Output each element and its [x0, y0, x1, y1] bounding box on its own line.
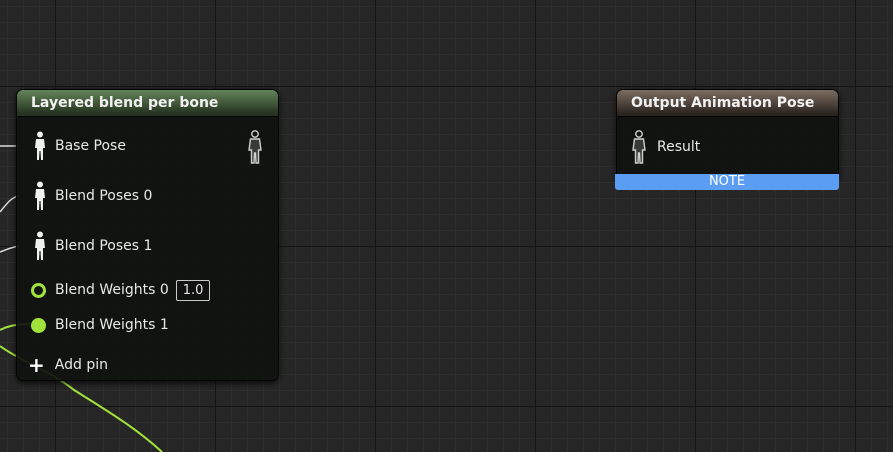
pose-output-icon[interactable] — [631, 130, 647, 164]
pose-icon[interactable] — [33, 131, 47, 161]
layered-blend-node-title: Layered blend per bone — [17, 90, 278, 117]
pin-label-blend-weights-1: Blend Weights 1 — [55, 317, 169, 333]
output-animation-pose-node[interactable]: Output Animation Pose Result — [616, 89, 839, 177]
float-pin-icon[interactable] — [31, 282, 46, 298]
output-node-title: Output Animation Pose — [617, 90, 838, 117]
note-bar[interactable]: NOTE — [615, 174, 839, 190]
float-pin-icon[interactable] — [31, 317, 46, 333]
pose-icon[interactable] — [33, 181, 47, 211]
pin-blend-weights-1[interactable]: Blend Weights 1 — [31, 313, 169, 337]
plus-icon: + — [28, 353, 45, 377]
blend-weight-0-input[interactable]: 1.0 — [175, 279, 211, 301]
pin-label-result: Result — [657, 139, 701, 155]
pin-base-pose[interactable]: Base Pose — [33, 131, 126, 161]
pose-output-icon[interactable] — [247, 130, 263, 164]
add-pin-button[interactable]: + Add pin — [28, 353, 108, 377]
pin-label-base-pose: Base Pose — [55, 138, 126, 154]
layered-blend-node[interactable]: Layered blend per bone Base Pose Blend P… — [16, 89, 279, 381]
pin-blend-poses-0[interactable]: Blend Poses 0 — [33, 181, 153, 211]
pin-label-blend-weights-0: Blend Weights 0 — [55, 282, 169, 298]
pin-result[interactable]: Result — [631, 130, 701, 164]
pin-label-blend-poses-0: Blend Poses 0 — [55, 188, 153, 204]
pin-blend-poses-1[interactable]: Blend Poses 1 — [33, 231, 153, 261]
pose-icon[interactable] — [33, 231, 47, 261]
add-pin-label: Add pin — [54, 357, 108, 373]
pin-blend-weights-0[interactable]: Blend Weights 0 1.0 — [31, 278, 211, 302]
pin-label-blend-poses-1: Blend Poses 1 — [55, 238, 153, 254]
